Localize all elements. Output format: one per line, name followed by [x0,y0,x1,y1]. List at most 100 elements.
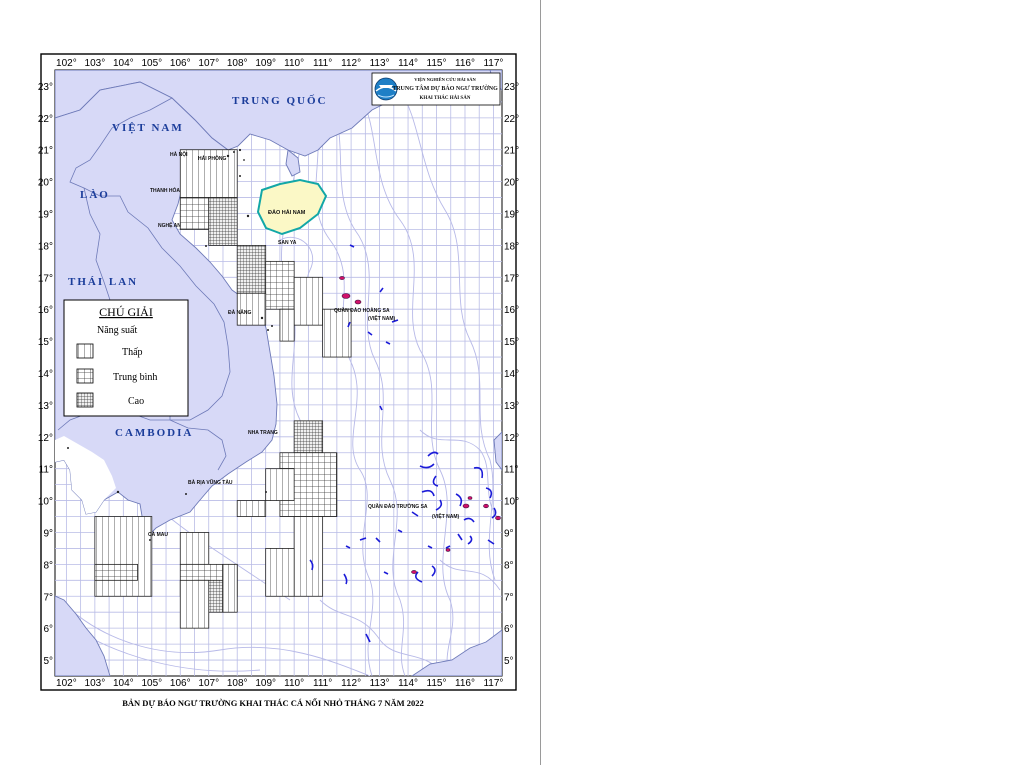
forecast-cell-high [293,420,324,454]
forecast-cell-high [236,245,267,294]
lon-label-top: 103° [85,58,106,69]
forecast-cell-low [94,516,153,597]
lon-label-top: 114° [398,58,418,69]
label-sanya: SAN YA [278,240,297,246]
lat-label-right: 9° [504,528,514,539]
lon-label-top: 108° [227,58,248,69]
lat-label-left: 14° [38,369,53,380]
lon-label-top: 112° [341,58,361,69]
lat-label-right: 7° [504,592,514,603]
lon-label-top: 113° [370,58,390,69]
lat-label-left: 8° [43,560,53,571]
lon-label-bottom: 102° [56,678,77,689]
lat-label-left: 5° [43,656,53,667]
lon-label-bottom: 109° [255,678,276,689]
lon-label-top: 106° [170,58,191,69]
lat-label-right: 20° [504,178,519,189]
logo-line-3: KHAI THÁC HẢI SẢN [420,95,471,101]
lat-label-right: 13° [504,401,519,412]
lat-label-left: 21° [38,146,53,157]
label-bariavungtau: BÀ RỊA VŨNG TÀU [188,479,233,486]
lat-label-left: 12° [38,433,53,444]
forecast-cell-medium [265,260,295,310]
lon-label-top: 117° [483,58,503,69]
legend-swatch-low [76,343,94,359]
institute-logo-box: VIỆN NGHIÊN CỨU HẢI SẢN TRUNG TÂM DỰ BÁO… [371,72,501,106]
label-laos: LÀO [80,189,110,201]
label-paracel-country: (VIỆT NAM) [368,314,396,322]
lon-label-bottom: 105° [141,678,162,689]
lon-label-top: 111° [313,58,332,69]
lon-label-top: 105° [141,58,162,69]
lon-label-bottom: 113° [370,678,390,689]
lat-label-left: 15° [38,337,53,348]
fishing-forecast-map: TRUNG QUỐC VIỆT NAM LÀO THÁI LAN CAMBODI… [38,53,519,708]
lon-label-bottom: 111° [313,678,332,689]
lon-label-bottom: 104° [113,678,134,689]
lon-label-top: 104° [113,58,134,69]
legend-label-high: Cao [128,396,144,407]
lat-label-right: 14° [504,369,519,380]
forecast-cell-high [208,197,238,246]
lat-label-left: 9° [43,528,53,539]
logo-line-1: VIỆN NGHIÊN CỨU HẢI SẢN [414,77,476,82]
lon-label-bottom: 114° [398,678,418,689]
label-danang: ĐÀ NẴNG [228,309,251,316]
lon-label-bottom: 107° [198,678,219,689]
lon-label-bottom: 110° [284,678,304,689]
lat-label-left: 11° [39,465,53,476]
lon-label-bottom: 108° [227,678,248,689]
lat-label-right: 6° [504,624,514,635]
lat-label-left: 23° [38,82,53,93]
lat-label-left: 7° [43,592,53,603]
label-spratly-country: (VIỆT NAM) [432,512,460,520]
lon-label-top: 110° [284,58,304,69]
lon-label-top: 109° [255,58,276,69]
label-vietnam: VIỆT NAM [112,121,184,134]
lat-label-left: 6° [43,624,53,635]
lat-label-right: 17° [504,273,519,284]
lat-label-left: 13° [38,401,53,412]
lat-label-left: 22° [38,114,53,125]
label-hanoi: HÀ NỘI [170,150,188,158]
legend-title: CHÚ GIẢI [99,305,153,319]
forecast-cell-low [222,563,238,613]
lat-label-right: 18° [504,241,519,252]
lat-label-right: 22° [504,114,519,125]
label-camau: CÀ MAU [148,531,168,538]
forecast-cell-low [293,516,324,597]
lon-label-bottom: 116° [455,678,475,689]
lat-label-left: 18° [38,241,53,252]
forecast-cell-low [265,548,295,597]
lat-label-right: 23° [504,82,519,93]
label-nghean: NGHỆ AN [158,221,181,229]
lon-label-bottom: 112° [341,678,361,689]
label-paracel: QUẦN ĐẢO HOÀNG SA [334,307,390,314]
label-haiphong: HẢI PHÒNG [198,154,226,162]
lat-label-right: 19° [504,210,519,221]
lat-label-right: 10° [504,497,519,508]
legend-label-low: Thấp [122,347,143,358]
legend-swatch-high [76,392,94,408]
label-spratly: QUẦN ĐẢO TRƯỜNG SA [368,502,428,510]
lon-label-top: 102° [56,58,77,69]
lat-label-right: 15° [504,337,519,348]
lat-label-right: 12° [504,433,519,444]
label-hainan: ĐẢO HẢI NAM [268,209,306,216]
forecast-cell-low [279,308,295,342]
forecast-cell-medium [179,197,210,230]
forecast-cell-medium [94,563,138,581]
lat-label-right: 5° [504,656,514,667]
lon-label-top: 115° [427,58,447,69]
label-thailand: THÁI LAN [68,276,138,288]
lat-label-right: 8° [504,560,514,571]
lat-label-right: 11° [504,465,518,476]
lon-label-bottom: 117° [483,678,503,689]
lon-label-top: 107° [198,58,219,69]
label-nhatrang: NHA TRANG [248,430,278,436]
forecast-cell-low [322,308,352,358]
legend: CHÚ GIẢI Năng suất Thấp Trung bình Cao [63,299,189,417]
forecast-cell-low [293,276,324,326]
forecast-cell-low [179,579,210,629]
lat-label-right: 21° [504,146,519,157]
